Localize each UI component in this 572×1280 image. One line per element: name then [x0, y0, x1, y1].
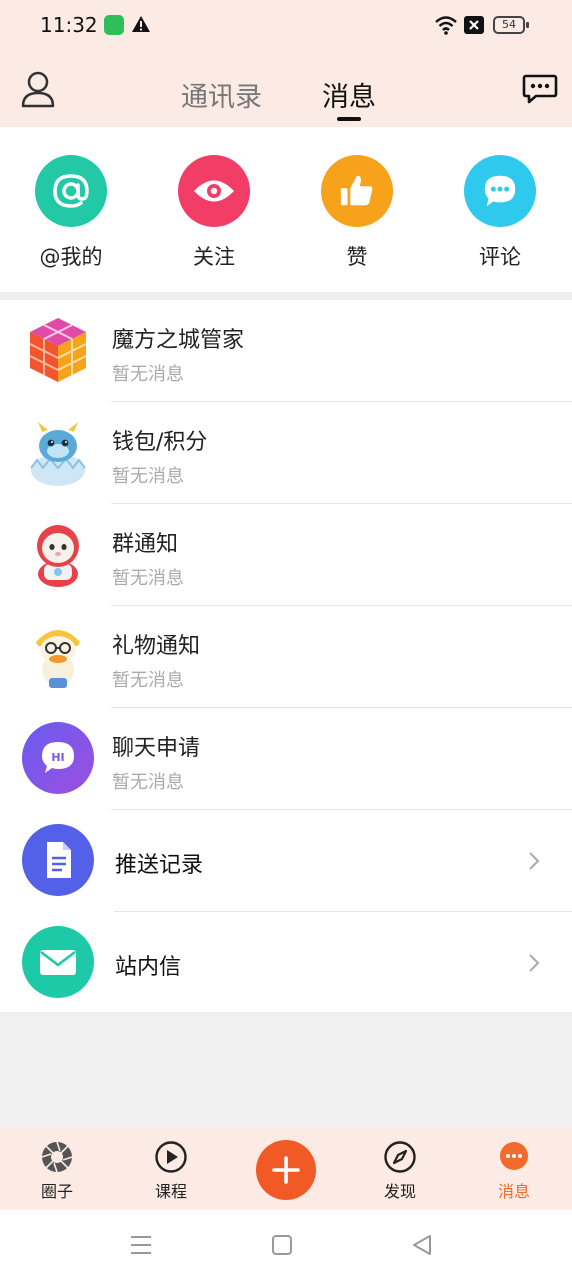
list-item-site-mail[interactable]: 站内信 — [0, 912, 572, 1012]
menu-icon[interactable] — [129, 1234, 153, 1256]
list-item-cube-city-steward[interactable]: 魔方之城管家 暂无消息 — [0, 300, 572, 402]
sim-off-icon — [464, 16, 484, 34]
profile-icon[interactable] — [20, 70, 56, 108]
astronaut-mascot — [37, 525, 79, 587]
aperture-icon — [41, 1141, 73, 1173]
battery-icon: 54 — [493, 16, 529, 34]
cube-logo — [29, 318, 87, 382]
list-item-subtitle: 暂无消息 — [112, 670, 184, 691]
home-icon[interactable] — [270, 1234, 294, 1256]
chevron-right-icon — [529, 852, 540, 870]
nav-label: 发现 — [383, 1182, 416, 1201]
list-item-title: 礼物通知 — [112, 634, 201, 659]
quick-action-comments[interactable]: 评论 — [445, 155, 555, 271]
chat-bubbles-icon[interactable] — [522, 72, 558, 106]
list-item-title: 群通知 — [112, 532, 179, 557]
quick-action-mentions[interactable]: @我的 — [16, 155, 126, 271]
at-icon — [35, 155, 107, 227]
chevron-right-icon — [529, 954, 540, 972]
warning-icon — [132, 16, 150, 32]
nav-label: 圈子 — [40, 1182, 73, 1201]
quick-action-follow[interactable]: 关注 — [159, 155, 269, 271]
list-item-group-notice[interactable]: 群通知 暂无消息 — [0, 504, 572, 606]
wifi-icon — [435, 16, 457, 35]
thumbs-up-icon — [321, 155, 393, 227]
list-item-subtitle: 暂无消息 — [112, 364, 184, 385]
list-item-push-records[interactable]: 推送记录 — [0, 810, 572, 912]
list-item-title: 魔方之城管家 — [112, 328, 245, 353]
nav-courses[interactable]: 课程 — [131, 1140, 211, 1202]
quick-action-label: 关注 — [193, 245, 235, 269]
nav-label: 课程 — [154, 1182, 187, 1201]
quick-actions: @我的 关注 赞 评论 — [0, 127, 572, 292]
top-area: 11:32 54 通讯录 消息 — [0, 0, 572, 127]
quick-action-label: 评论 — [479, 245, 521, 269]
back-icon[interactable] — [410, 1234, 434, 1256]
nav-discover[interactable]: 发现 — [360, 1140, 440, 1202]
quick-action-likes[interactable]: 赞 — [302, 155, 412, 271]
play-icon — [155, 1141, 187, 1173]
list-item-subtitle: 暂无消息 — [112, 568, 184, 589]
nav-label: 消息 — [497, 1182, 530, 1201]
mail-icon — [22, 926, 94, 998]
nav-circles[interactable]: 圈子 — [17, 1140, 97, 1202]
quick-action-label: @我的 — [39, 245, 103, 269]
list-item-title: 聊天申请 — [112, 736, 201, 761]
hi-bubble-icon: HI — [22, 722, 94, 794]
compass-icon — [384, 1141, 416, 1173]
document-icon — [22, 824, 94, 896]
quick-action-label: 赞 — [346, 245, 368, 269]
nav-messages[interactable]: 消息 — [474, 1140, 554, 1202]
dragon-mascot — [30, 422, 86, 486]
comment-icon — [464, 155, 536, 227]
plus-icon — [272, 1156, 300, 1184]
list-item-chat-request[interactable]: HI 聊天申请 暂无消息 — [0, 708, 572, 810]
app-notification-icon — [104, 15, 124, 35]
bottom-nav: 圈子 课程 发现 消息 — [0, 1128, 572, 1210]
add-button[interactable] — [256, 1140, 316, 1200]
list-item-subtitle: 暂无消息 — [112, 772, 184, 793]
list-item-wallet-points[interactable]: 钱包/积分 暂无消息 — [0, 402, 572, 504]
svg-text:HI: HI — [51, 751, 64, 764]
list-item-title: 推送记录 — [115, 853, 204, 878]
status-bar: 11:32 54 — [0, 0, 572, 50]
list-item-gift-notice[interactable]: 礼物通知 暂无消息 — [0, 606, 572, 708]
system-nav-bar — [0, 1210, 572, 1280]
active-tab-indicator — [337, 117, 361, 121]
status-time: 11:32 — [40, 13, 98, 37]
tab-contacts[interactable]: 通讯录 — [181, 75, 262, 114]
duck-mascot — [36, 630, 80, 688]
tab-messages[interactable]: 消息 — [322, 75, 376, 114]
message-list: 魔方之城管家 暂无消息 钱包/积分 暂无消息 群通知 暂无消息 礼物通知 暂无消… — [0, 300, 572, 1012]
list-item-title: 钱包/积分 — [112, 430, 208, 455]
header: 通讯录 消息 — [0, 50, 572, 127]
eye-icon — [178, 155, 250, 227]
list-item-title: 站内信 — [115, 955, 182, 980]
list-item-subtitle: 暂无消息 — [112, 466, 184, 487]
message-dots-icon — [500, 1142, 528, 1170]
